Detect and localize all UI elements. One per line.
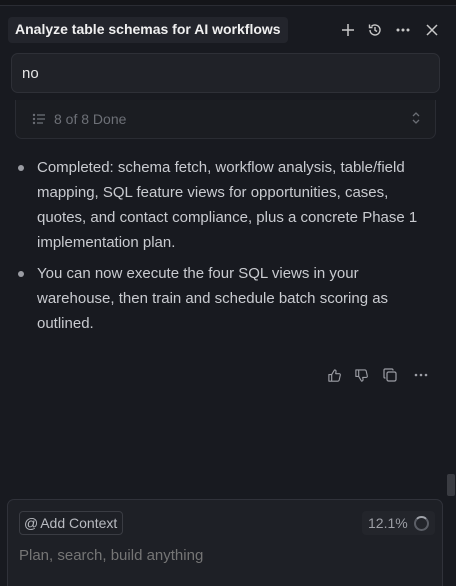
composer: @ Add Context 12.1% bbox=[7, 499, 443, 586]
close-icon[interactable] bbox=[421, 19, 443, 41]
todo-label: 8 of 8 Done bbox=[54, 111, 127, 127]
add-context-label: Add Context bbox=[40, 515, 118, 531]
bullet-dot bbox=[18, 165, 24, 171]
history-icon[interactable] bbox=[364, 19, 386, 41]
user-message-text: no bbox=[22, 65, 39, 82]
more-icon[interactable] bbox=[411, 365, 431, 385]
list-item: Completed: schema fetch, workflow analys… bbox=[17, 155, 437, 255]
usage-value: 12.1% bbox=[368, 515, 408, 531]
at-icon: @ bbox=[24, 515, 39, 531]
copy-icon[interactable] bbox=[380, 365, 400, 385]
thumbs-down-icon[interactable] bbox=[351, 365, 371, 385]
list-item-text: Completed: schema fetch, workflow analys… bbox=[37, 159, 418, 251]
scrollbar-thumb[interactable] bbox=[447, 474, 455, 496]
chat-title[interactable]: Analyze table schemas for AI workflows bbox=[8, 17, 288, 43]
todo-status[interactable]: 8 of 8 Done bbox=[15, 100, 436, 139]
user-message[interactable]: no bbox=[11, 53, 440, 93]
thumbs-up-icon[interactable] bbox=[324, 365, 344, 385]
list-item-text: You can now execute the four SQL views i… bbox=[37, 265, 389, 332]
chat-header: Analyze table schemas for AI workflows bbox=[0, 14, 456, 46]
summary-list: Completed: schema fetch, workflow analys… bbox=[17, 155, 437, 342]
chevron-updown-icon[interactable] bbox=[411, 111, 421, 130]
prompt-input[interactable] bbox=[19, 547, 419, 564]
progress-ring-icon bbox=[413, 515, 429, 531]
list-icon bbox=[32, 112, 46, 131]
list-item: You can now execute the four SQL views i… bbox=[17, 261, 437, 336]
bullet-dot bbox=[18, 271, 24, 277]
plus-icon[interactable] bbox=[337, 19, 359, 41]
top-border bbox=[0, 0, 456, 6]
more-icon[interactable] bbox=[392, 19, 414, 41]
context-usage[interactable]: 12.1% bbox=[362, 511, 435, 535]
add-context-button[interactable]: @ Add Context bbox=[19, 511, 124, 535]
